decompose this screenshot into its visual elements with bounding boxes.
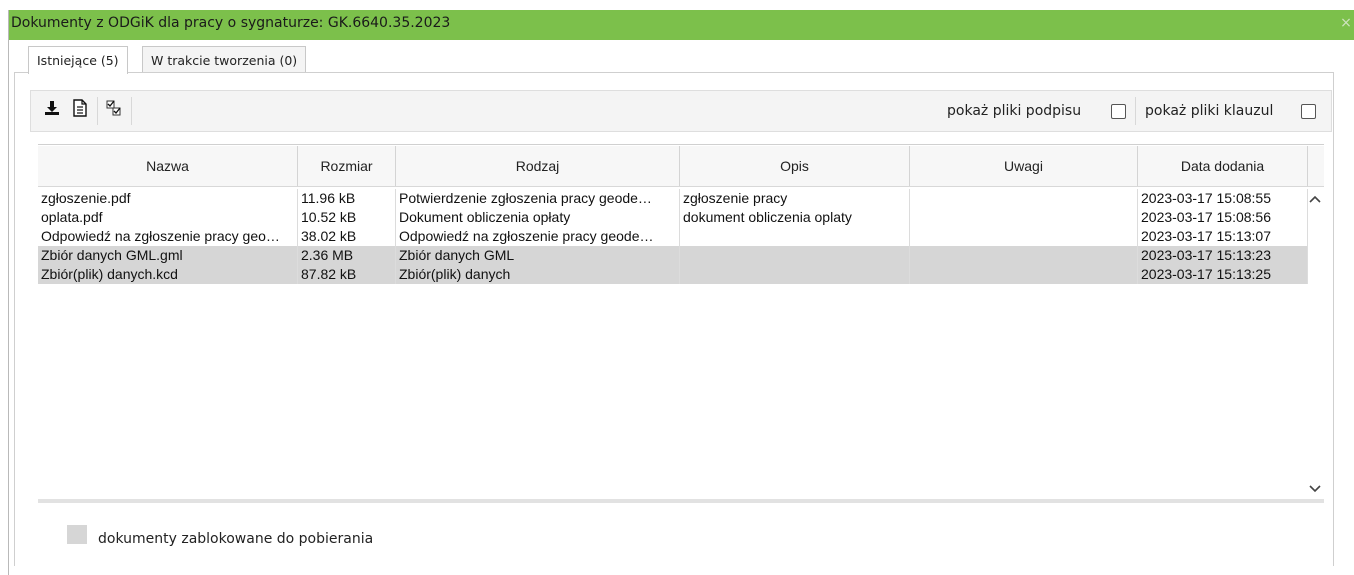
cell-type: Zbiór(plik) danych <box>396 265 680 284</box>
cell-date-added: 2023-03-17 15:13:07 <box>1138 227 1308 246</box>
cell-type: Odpowiedź na zgłoszenie pracy geode… <box>396 227 680 246</box>
download-button[interactable] <box>41 99 63 121</box>
cell-name: zgłoszenie.pdf <box>38 189 298 208</box>
tab-in-progress-label: W trakcie tworzenia (0) <box>151 53 298 68</box>
table-row[interactable]: zgłoszenie.pdf 11.96 kB Potwierdzenie zg… <box>38 189 1308 208</box>
cell-description <box>680 265 910 284</box>
cell-date-added: 2023-03-17 15:08:56 <box>1138 208 1308 227</box>
tab-existing-label: Istniejące (5) <box>37 53 119 68</box>
cell-description <box>680 246 910 265</box>
table-row-locked[interactable]: Zbiór(plik) danych.kcd 87.82 kB Zbiór(pl… <box>38 265 1308 284</box>
toolbar: pokaż pliki podpisu pokaż pliki klauzul <box>30 90 1332 132</box>
cell-type: Zbiór danych GML <box>396 246 680 265</box>
cell-date-added: 2023-03-17 15:13:23 <box>1138 246 1308 265</box>
column-header-description[interactable]: Opis <box>680 146 910 186</box>
scroll-down-icon[interactable] <box>1308 481 1322 495</box>
cell-size: 2.36 MB <box>298 246 396 265</box>
cell-description: zgłoszenie pracy <box>680 189 910 208</box>
cell-notes <box>910 246 1138 265</box>
cell-date-added: 2023-03-17 15:08:55 <box>1138 189 1308 208</box>
show-signature-files-checkbox[interactable] <box>1111 104 1126 119</box>
checklist-button[interactable] <box>103 99 125 121</box>
tab-existing[interactable]: Istniejące (5) <box>28 46 128 74</box>
locked-legend-label: dokumenty zablokowane do pobierania <box>98 531 374 547</box>
show-clause-files-label: pokaż pliki klauzul <box>1145 103 1274 119</box>
column-header-date-added[interactable]: Data dodania <box>1138 146 1308 186</box>
cell-name: Odpowiedź na zgłoszenie pracy geo… <box>38 227 298 246</box>
toolbar-separator <box>131 97 132 125</box>
table-row[interactable]: oplata.pdf 10.52 kB Dokument obliczenia … <box>38 208 1308 227</box>
cell-type: Dokument obliczenia opłaty <box>396 208 680 227</box>
dialog-title: Dokumenty z ODGiK dla pracy o sygnaturze… <box>11 15 451 31</box>
locked-legend-swatch <box>67 525 87 544</box>
cell-size: 11.96 kB <box>298 189 396 208</box>
cell-size: 10.52 kB <box>298 208 396 227</box>
toolbar-separator <box>97 97 98 125</box>
download-icon <box>44 100 60 120</box>
table-row-locked[interactable]: Zbiór danych GML.gml 2.36 MB Zbiór danyc… <box>38 246 1308 265</box>
table-row[interactable]: Odpowiedź na zgłoszenie pracy geo… 38.02… <box>38 227 1308 246</box>
column-header-notes[interactable]: Uwagi <box>910 146 1138 186</box>
document-button[interactable] <box>69 99 91 121</box>
cell-size: 87.82 kB <box>298 265 396 284</box>
cell-notes <box>910 265 1138 284</box>
table-header: Nazwa Rozmiar Rodzaj Opis Uwagi Data dod… <box>38 146 1324 187</box>
tab-in-progress[interactable]: W trakcie tworzenia (0) <box>142 46 307 73</box>
cell-description <box>680 227 910 246</box>
cell-notes <box>910 227 1138 246</box>
cell-name: oplata.pdf <box>38 208 298 227</box>
show-signature-files-label: pokaż pliki podpisu <box>947 103 1082 119</box>
cell-notes <box>910 189 1138 208</box>
show-clause-files-checkbox[interactable] <box>1301 104 1316 119</box>
cell-type: Potwierdzenie zgłoszenia pracy geode… <box>396 189 680 208</box>
cell-description: dokument obliczenia oplaty <box>680 208 910 227</box>
table-bottom-border <box>38 499 1324 503</box>
document-icon <box>72 99 88 121</box>
cell-date-added: 2023-03-17 15:13:25 <box>1138 265 1308 284</box>
cell-notes <box>910 208 1138 227</box>
column-header-type[interactable]: Rodzaj <box>396 146 680 186</box>
dialog-titlebar[interactable]: Dokumenty z ODGiK dla pracy o sygnaturze… <box>9 10 1354 40</box>
column-header-name[interactable]: Nazwa <box>38 146 298 186</box>
cell-name: Zbiór danych GML.gml <box>38 246 298 265</box>
toolbar-separator <box>1135 97 1136 125</box>
cell-name: Zbiór(plik) danych.kcd <box>38 265 298 284</box>
documents-table: Nazwa Rozmiar Rodzaj Opis Uwagi Data dod… <box>38 144 1324 502</box>
cell-size: 38.02 kB <box>298 227 396 246</box>
scroll-up-icon[interactable] <box>1308 193 1322 207</box>
checklist-icon <box>106 100 122 120</box>
close-icon[interactable]: × <box>1339 16 1353 30</box>
column-header-size[interactable]: Rozmiar <box>298 146 396 186</box>
